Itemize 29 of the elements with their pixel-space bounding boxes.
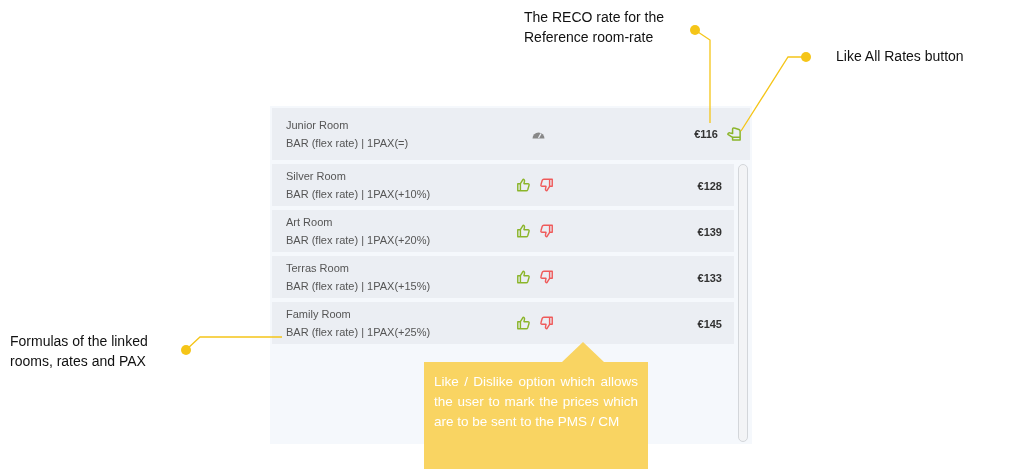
room-name: Family Room — [286, 307, 352, 322]
room-price: €139 — [697, 226, 722, 238]
room-name: Silver Room — [286, 169, 347, 184]
room-name: Art Room — [286, 215, 334, 230]
rate-formula: BAR (flex rate) | 1PAX(+15%) — [286, 279, 432, 294]
thumb-pointing-icon[interactable] — [726, 126, 742, 142]
thumbs-down-icon[interactable] — [539, 269, 554, 285]
room-price: €145 — [697, 318, 722, 330]
thumbs-down-icon[interactable] — [539, 177, 554, 193]
thumbs-up-icon[interactable] — [516, 315, 531, 331]
room-name: Terras Room — [286, 261, 350, 276]
thumbs-up-icon[interactable] — [516, 177, 531, 193]
rate-formula: BAR (flex rate) | 1PAX(+20%) — [286, 233, 432, 248]
annotation-text: Like All Rates button — [836, 47, 965, 66]
thumbs-up-icon[interactable] — [516, 223, 531, 239]
reco-price: €116 — [694, 126, 718, 142]
thumbs-down-icon[interactable] — [539, 223, 554, 239]
rate-formula: BAR (flex rate) | 1PAX(=) — [286, 136, 410, 151]
callout-text: Like / Dislike option which allows the user to mark the prices which are to be sent to the PMS / CM — [433, 373, 639, 431]
rate-formula: BAR (flex rate) | 1PAX(+25%) — [286, 325, 432, 340]
thumbs-down-icon[interactable] — [539, 315, 554, 331]
room-price: €128 — [697, 180, 722, 192]
annotation-text: Formulas of the linked rooms, rates and PAX — [10, 332, 149, 371]
room-price: €133 — [697, 272, 722, 284]
annotation-text: The RECO rate for the Reference room-rate — [524, 8, 666, 47]
room-name: Junior Room — [286, 118, 350, 133]
thumbs-up-icon[interactable] — [516, 269, 531, 285]
rate-formula: BAR (flex rate) | 1PAX(+10%) — [286, 187, 432, 202]
scrollbar[interactable] — [738, 164, 748, 442]
